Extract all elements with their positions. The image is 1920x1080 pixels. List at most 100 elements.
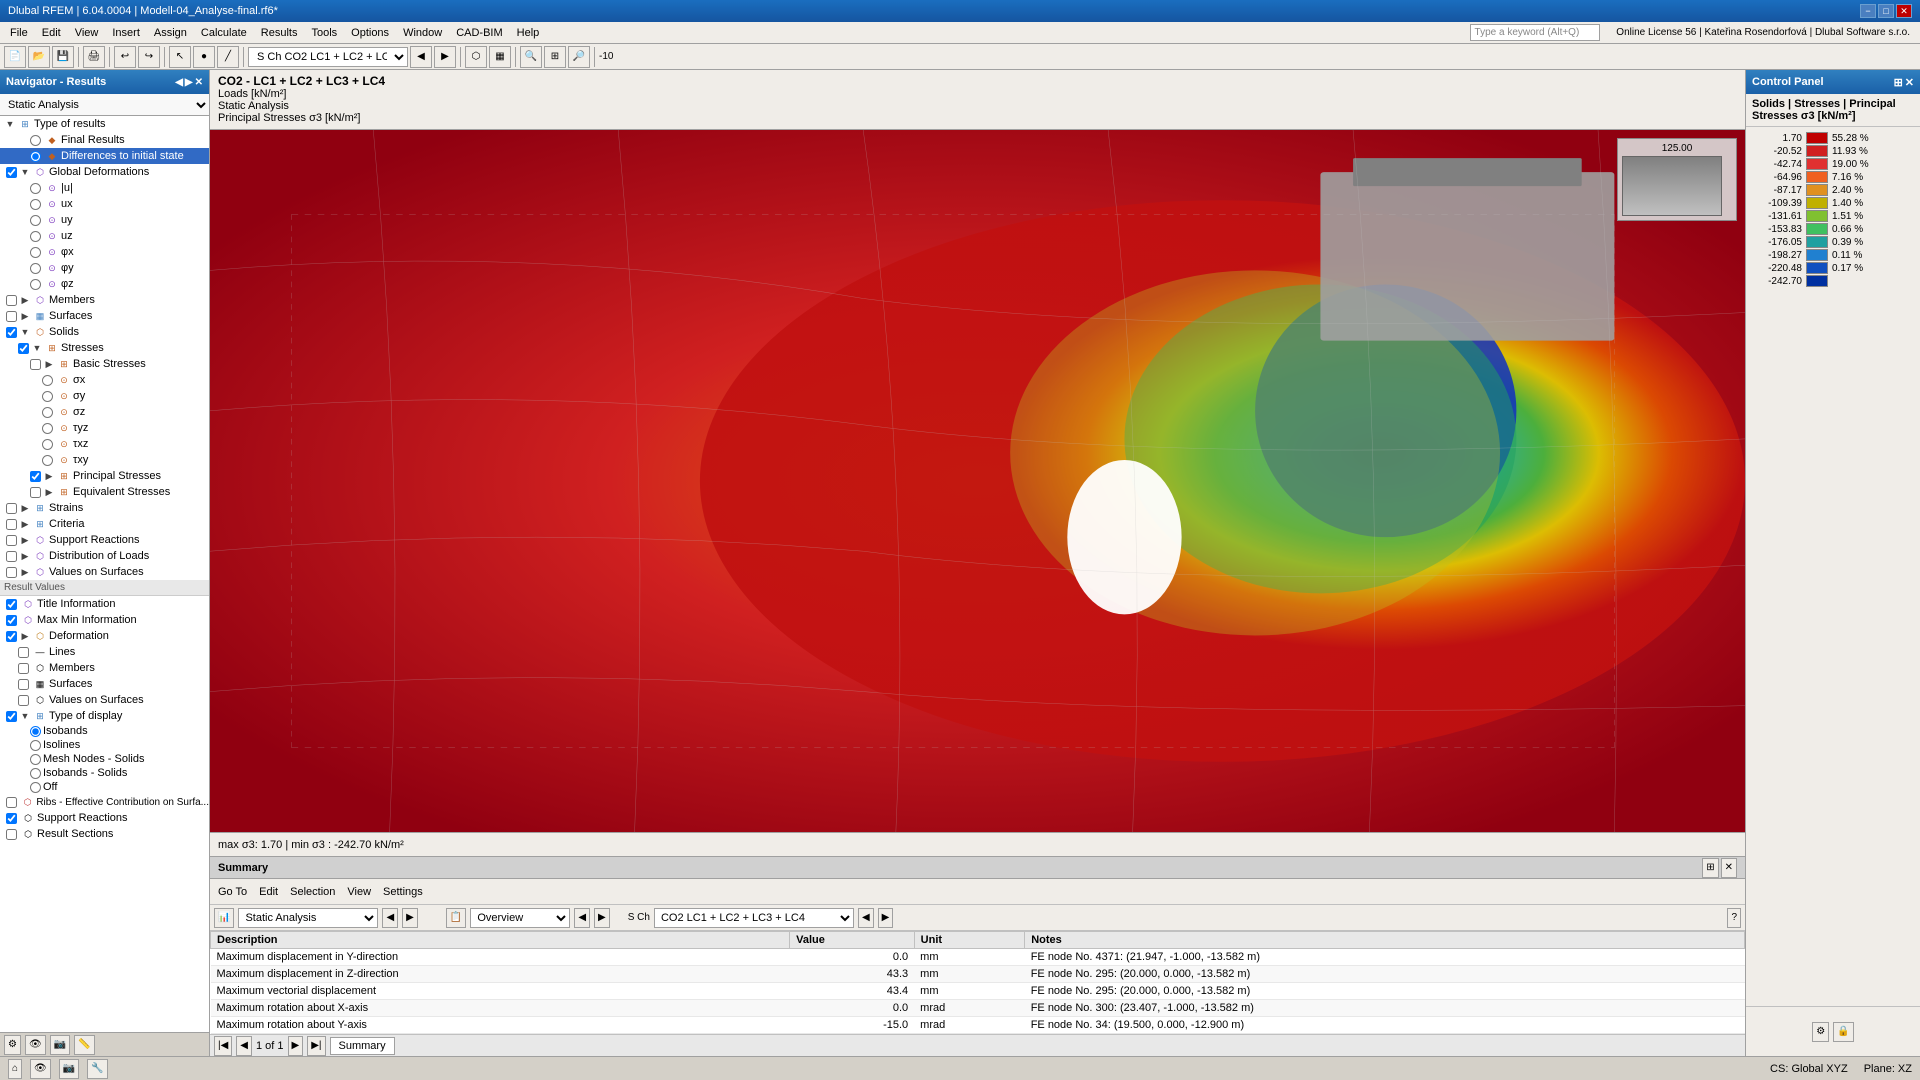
summary-goto[interactable]: Go To: [214, 884, 251, 900]
minimize-btn[interactable]: −: [1860, 4, 1876, 18]
summary-settings[interactable]: Settings: [379, 884, 427, 900]
cb-surfaces[interactable]: [6, 311, 17, 322]
tree-title-info[interactable]: ⬡ Title Information: [0, 596, 209, 612]
tree-diff-initial[interactable]: ◆ Differences to initial state: [0, 148, 209, 164]
tree-isolines[interactable]: Isolines: [0, 738, 209, 752]
summary-lc-next[interactable]: ▶: [878, 908, 894, 928]
summary-close-btn[interactable]: ✕: [1721, 858, 1737, 878]
tree-ux[interactable]: ⊙ ux: [0, 196, 209, 212]
cb-maxmin[interactable]: [6, 615, 17, 626]
tree-dist-loads[interactable]: ▶ ⬡ Distribution of Loads: [0, 548, 209, 564]
summary-ov-next[interactable]: ▶: [594, 908, 610, 928]
summary-view[interactable]: View: [343, 884, 375, 900]
tree-global-def[interactable]: ▼ ⬡ Global Deformations: [0, 164, 209, 180]
tree-phiy[interactable]: ⊙ φy: [0, 260, 209, 276]
tree-final-results[interactable]: ◆ Final Results: [0, 132, 209, 148]
viewport-canvas[interactable]: 125.00: [210, 130, 1745, 832]
tree-sigma-y[interactable]: ⊙ σy: [0, 388, 209, 404]
tree-equiv[interactable]: ▶ ⊞ Equivalent Stresses: [0, 484, 209, 500]
cb-basic[interactable]: [30, 359, 41, 370]
radio-uz[interactable]: [30, 231, 41, 242]
nav-ruler-btn[interactable]: 📏: [74, 1035, 94, 1055]
tree-criteria[interactable]: ▶ ⊞ Criteria: [0, 516, 209, 532]
radio-isobands[interactable]: [30, 726, 41, 737]
tree-members[interactable]: ▶ ⬡ Members: [0, 292, 209, 308]
cb-global-def[interactable]: [6, 167, 17, 178]
tree-values-surfaces[interactable]: ▶ ⬡ Values on Surfaces: [0, 564, 209, 580]
tree-lines[interactable]: — Lines: [0, 644, 209, 660]
tree-u[interactable]: ⊙ |u|: [0, 180, 209, 196]
cb-stresses[interactable]: [18, 343, 29, 354]
radio-sy[interactable]: [42, 391, 53, 402]
zoom-out-btn[interactable]: 🔎: [568, 46, 590, 68]
cb-deform[interactable]: [6, 631, 17, 642]
cb-typedisp[interactable]: [6, 711, 17, 722]
radio-uy[interactable]: [30, 215, 41, 226]
radio-off[interactable]: [30, 782, 41, 793]
tree-sigma-z[interactable]: ⊙ σz: [0, 404, 209, 420]
print-btn[interactable]: 🖨: [83, 46, 105, 68]
render-btn[interactable]: ⬡: [465, 46, 487, 68]
summary-ov-prev[interactable]: ◀: [574, 908, 590, 928]
tree-sigma-x[interactable]: ⊙ σx: [0, 372, 209, 388]
radio-phiz[interactable]: [30, 279, 41, 290]
cb-support2[interactable]: [6, 813, 17, 824]
zoom-all-btn[interactable]: ⊞: [544, 46, 566, 68]
maximize-btn[interactable]: □: [1878, 4, 1894, 18]
close-btn[interactable]: ✕: [1896, 4, 1912, 18]
tree-basic-stress[interactable]: ▶ ⊞ Basic Stresses: [0, 356, 209, 372]
tree-tau-xz[interactable]: ⊙ τxz: [0, 436, 209, 452]
tree-surfaces2[interactable]: ▦ Surfaces: [0, 676, 209, 692]
prev-lc-btn[interactable]: ◀: [410, 46, 432, 68]
undo-btn[interactable]: ↩: [114, 46, 136, 68]
cb-equiv[interactable]: [30, 487, 41, 498]
nav-arrow-left[interactable]: ◀: [175, 77, 183, 88]
open-btn[interactable]: 📂: [28, 46, 50, 68]
tree-result-sections[interactable]: ⬡ Result Sections: [0, 826, 209, 842]
menu-calculate[interactable]: Calculate: [195, 25, 253, 41]
tree-type-display[interactable]: ▼ ⊞ Type of display: [0, 708, 209, 724]
menu-file[interactable]: File: [4, 25, 34, 41]
page-first-btn[interactable]: |◀: [214, 1036, 232, 1056]
cb-members[interactable]: [6, 295, 17, 306]
status-eye-btn[interactable]: 👁: [30, 1059, 51, 1079]
radio-isolines[interactable]: [30, 740, 41, 751]
cb-members2[interactable]: [18, 663, 29, 674]
tree-phix[interactable]: ⊙ φx: [0, 244, 209, 260]
tree-uz[interactable]: ⊙ uz: [0, 228, 209, 244]
radio-meshnodes[interactable]: [30, 754, 41, 765]
cb-lines[interactable]: [18, 647, 29, 658]
status-home-btn[interactable]: ⌂: [8, 1059, 22, 1079]
nav-eye-btn[interactable]: 👁: [25, 1035, 46, 1055]
radio-isobandssolids[interactable]: [30, 768, 41, 779]
cb-vals[interactable]: [6, 567, 17, 578]
redo-btn[interactable]: ↪: [138, 46, 160, 68]
status-camera-btn[interactable]: 📷: [59, 1059, 79, 1079]
cb-resultsections[interactable]: [6, 829, 17, 840]
cb-principal[interactable]: [30, 471, 41, 482]
tree-principal[interactable]: ▶ ⊞ Principal Stresses: [0, 468, 209, 484]
tree-off[interactable]: Off: [0, 780, 209, 794]
cp-expand-btn[interactable]: ⊞: [1894, 76, 1903, 89]
menu-options[interactable]: Options: [345, 25, 395, 41]
menu-results[interactable]: Results: [255, 25, 304, 41]
menu-tools[interactable]: Tools: [305, 25, 343, 41]
menu-help[interactable]: Help: [511, 25, 546, 41]
tree-isobands-solids[interactable]: Isobands - Solids: [0, 766, 209, 780]
summary-help-btn[interactable]: ?: [1727, 908, 1741, 928]
cb-strains[interactable]: [6, 503, 17, 514]
summary-lc-combo[interactable]: CO2 LC1 + LC2 + LC3 + LC4: [654, 908, 854, 928]
wireframe-btn[interactable]: ▦: [489, 46, 511, 68]
cb-title[interactable]: [6, 599, 17, 610]
tree-ribs[interactable]: ⬡ Ribs - Effective Contribution on Surfa…: [0, 794, 209, 810]
tree-strains[interactable]: ▶ ⊞ Strains: [0, 500, 209, 516]
cb-solids[interactable]: [6, 327, 17, 338]
tree-members2[interactable]: ⬡ Members: [0, 660, 209, 676]
summary-overview-combo[interactable]: Overview: [470, 908, 570, 928]
nav-settings-btn[interactable]: ⚙: [4, 1035, 21, 1055]
radio-phix[interactable]: [30, 247, 41, 258]
next-lc-btn[interactable]: ▶: [434, 46, 456, 68]
summary-expand-btn[interactable]: ⊞: [1702, 858, 1718, 878]
analysis-type-combo[interactable]: Static Analysis: [0, 94, 209, 116]
node-btn[interactable]: ●: [193, 46, 215, 68]
